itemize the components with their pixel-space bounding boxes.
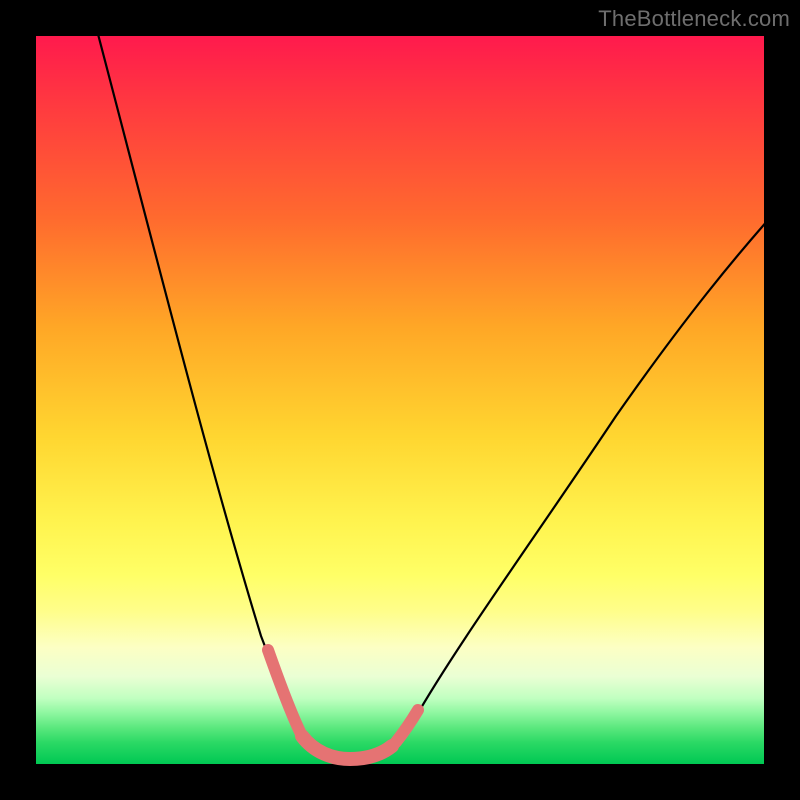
watermark-text: TheBottleneck.com bbox=[598, 6, 790, 32]
bottleneck-curve bbox=[36, 36, 764, 764]
curve-path bbox=[88, 0, 776, 758]
highlight-right-ascent bbox=[396, 710, 418, 742]
highlight-valley bbox=[302, 736, 392, 759]
chart-plot-area bbox=[36, 36, 764, 764]
highlight-left-descent bbox=[268, 650, 302, 736]
highlight-gap-dot bbox=[388, 738, 400, 750]
